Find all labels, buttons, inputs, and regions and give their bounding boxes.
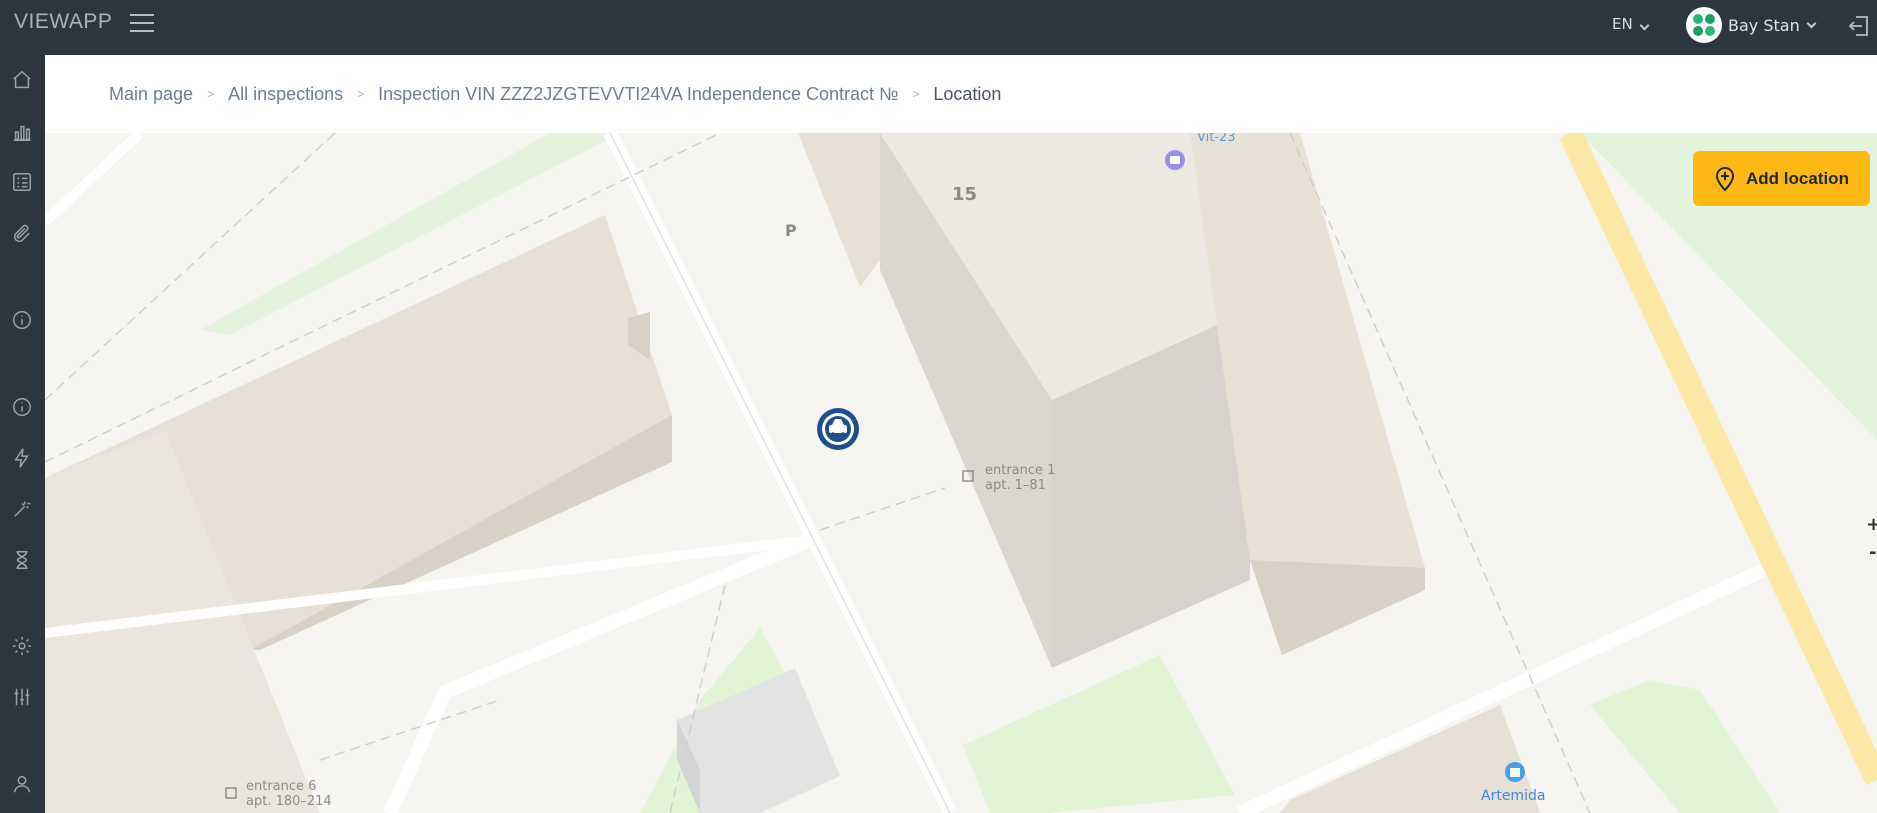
map-label-entrance-1: entrance 1 bbox=[985, 463, 1055, 478]
hourglass-icon[interactable] bbox=[8, 546, 36, 574]
user-icon[interactable] bbox=[8, 770, 36, 798]
language-label: EN bbox=[1612, 15, 1633, 33]
sliders-icon[interactable] bbox=[8, 683, 36, 711]
map-view[interactable]: 15 P Vit-23 Artemida entrance 1 apt. 1–8… bbox=[45, 133, 1877, 813]
info-icon[interactable] bbox=[8, 306, 36, 334]
breadcrumb-separator-icon: > bbox=[357, 87, 365, 101]
chevron-down-icon bbox=[1639, 20, 1650, 31]
app-logo[interactable]: VIEWAPP bbox=[14, 10, 112, 34]
map-label-entrance-6: entrance 6 bbox=[246, 779, 316, 794]
menu-toggle-icon[interactable] bbox=[130, 14, 154, 34]
map-label-vit: Vit-23 bbox=[1197, 133, 1236, 145]
chart-icon[interactable] bbox=[8, 118, 36, 146]
breadcrumb-separator-icon: > bbox=[207, 87, 215, 101]
magic-wand-icon[interactable] bbox=[8, 495, 36, 523]
sidebar bbox=[0, 55, 45, 813]
user-name: Bay Stan bbox=[1728, 15, 1800, 35]
breadcrumb-location: Location bbox=[933, 83, 1002, 104]
breadcrumb: Main page > All inspections > Inspection… bbox=[45, 55, 1877, 133]
language-selector[interactable]: EN bbox=[1612, 15, 1650, 33]
map-label-building-number: 15 bbox=[952, 184, 977, 205]
gear-icon[interactable] bbox=[8, 632, 36, 660]
lightning-icon[interactable] bbox=[8, 444, 36, 472]
zoom-out-button[interactable]: - bbox=[1869, 542, 1876, 563]
map-label-artemida: Artemida bbox=[1481, 788, 1545, 804]
user-menu[interactable]: Bay Stan bbox=[1686, 7, 1817, 43]
breadcrumb-all-inspections[interactable]: All inspections bbox=[228, 84, 343, 105]
zoom-in-button[interactable]: + bbox=[1866, 514, 1877, 535]
add-location-button[interactable]: Add location bbox=[1693, 151, 1870, 206]
logout-icon[interactable] bbox=[1848, 14, 1870, 38]
vehicle-location-marker-icon[interactable] bbox=[817, 408, 859, 450]
map-label-entrance-1-apts: apt. 1–81 bbox=[985, 478, 1046, 493]
map-label-parking: P bbox=[785, 221, 797, 240]
paperclip-icon[interactable] bbox=[8, 220, 36, 248]
home-icon[interactable] bbox=[8, 66, 36, 94]
map-canvas[interactable]: 15 P Vit-23 Artemida entrance 1 apt. 1–8… bbox=[45, 133, 1877, 813]
map-pin-plus-icon bbox=[1716, 166, 1735, 191]
breadcrumb-main-page[interactable]: Main page bbox=[109, 84, 193, 105]
checklist-icon[interactable] bbox=[8, 168, 36, 196]
add-location-label: Add location bbox=[1746, 168, 1849, 188]
breadcrumb-inspection[interactable]: Inspection VIN ZZZ2JZGTEVVTI24VA Indepen… bbox=[378, 84, 898, 105]
map-label-entrance-6-apts: apt. 180–214 bbox=[246, 794, 332, 809]
avatar bbox=[1686, 7, 1722, 43]
chevron-down-icon bbox=[1806, 18, 1817, 28]
top-bar: VIEWAPP EN Bay Stan bbox=[0, 0, 1877, 55]
info-icon[interactable] bbox=[8, 393, 36, 421]
breadcrumb-separator-icon: > bbox=[912, 87, 920, 101]
